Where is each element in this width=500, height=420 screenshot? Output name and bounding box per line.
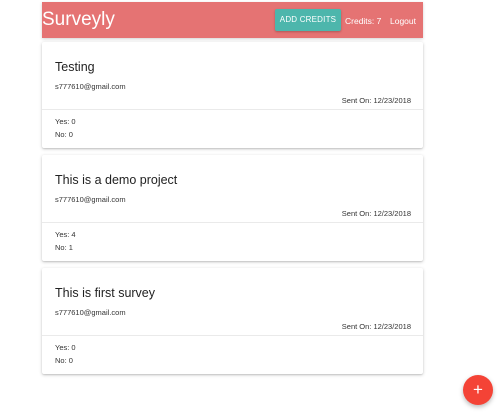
survey-card: This is a demo project s777610@gmail.com…	[42, 155, 423, 261]
survey-no-count: No: 0	[55, 356, 73, 365]
survey-card: This is first survey s777610@gmail.com S…	[42, 268, 423, 374]
navbar: Surveyly ADD CREDITS Credits: 7 Logout	[42, 2, 423, 38]
brand-logo[interactable]: Surveyly	[42, 8, 115, 32]
card-divider	[42, 109, 423, 110]
plus-icon: +	[473, 380, 483, 399]
survey-title: Testing	[55, 60, 95, 74]
survey-email: s777610@gmail.com	[55, 308, 126, 317]
add-credits-button[interactable]: ADD CREDITS	[275, 9, 341, 31]
add-survey-button[interactable]: +	[463, 375, 493, 405]
survey-email: s777610@gmail.com	[55, 82, 126, 91]
card-divider	[42, 335, 423, 336]
survey-yes-count: Yes: 0	[55, 117, 76, 126]
survey-card: Testing s777610@gmail.com Sent On: 12/23…	[42, 42, 423, 148]
survey-yes-count: Yes: 0	[55, 343, 76, 352]
survey-sent-date: Sent On: 12/23/2018	[341, 209, 411, 218]
survey-no-count: No: 0	[55, 130, 73, 139]
survey-email: s777610@gmail.com	[55, 195, 126, 204]
survey-yes-count: Yes: 4	[55, 230, 76, 239]
card-divider	[42, 222, 423, 223]
logout-link[interactable]: Logout	[390, 15, 416, 27]
survey-title: This is first survey	[55, 286, 156, 300]
survey-title: This is a demo project	[55, 173, 178, 187]
survey-no-count: No: 1	[55, 243, 73, 252]
survey-sent-date: Sent On: 12/23/2018	[341, 96, 411, 105]
survey-sent-date: Sent On: 12/23/2018	[341, 322, 411, 331]
credits-count: Credits: 7	[345, 16, 382, 26]
